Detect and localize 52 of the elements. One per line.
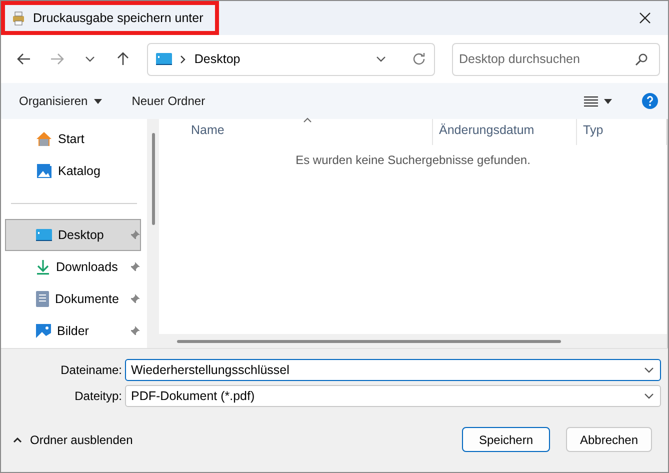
caret-icon: [604, 98, 612, 104]
desktop-icon: [156, 52, 172, 66]
pin-icon: [130, 326, 140, 336]
field-label: Dateiname:: [60, 363, 123, 377]
organize-menu-button[interactable]: Organisieren: [11, 90, 110, 112]
document-icon: [36, 291, 49, 307]
house-icon: [36, 131, 52, 147]
search-field[interactable]: Desktop durchsuchen: [452, 42, 660, 76]
caret-icon: [94, 98, 102, 104]
empty-message: Es wurden keine Suchergebnisse gefunden.: [296, 153, 530, 167]
arrow-right-icon: [50, 53, 64, 65]
file-type-dropdown[interactable]: PDF-Dokument (*.pdf): [125, 385, 661, 407]
arrow-up-icon: [116, 52, 129, 66]
desktop-icon: [36, 228, 52, 242]
column-header[interactable]: Änderungsdatum: [433, 119, 577, 145]
window-title: Druckausgabe speichern unter: [33, 11, 204, 25]
hide-folders-button[interactable]: Ordner ausblenden: [13, 432, 133, 446]
new-folder-button[interactable]: Neuer Ordner: [124, 90, 214, 112]
gallery-icon: [36, 163, 52, 179]
arrow-left-icon: [16, 53, 31, 65]
picture-icon: [36, 324, 51, 338]
pin-icon: [130, 294, 140, 304]
column-header[interactable]: Name: [159, 119, 433, 145]
close-icon: [639, 12, 651, 24]
sidebar-item[interactable]: Desktop: [5, 219, 141, 251]
address-bar[interactable]: Desktop: [147, 42, 436, 76]
sidebar-item[interactable]: Katalog: [5, 155, 141, 187]
dropdown-caret-icon: [376, 56, 386, 62]
sidebar-item[interactable]: Dokumente: [5, 283, 141, 315]
list-view-icon: [584, 96, 598, 106]
chevron-up-icon: [13, 436, 22, 442]
pin-icon: [130, 230, 140, 240]
file-name-field[interactable]: Wiederherstellungsschlüssel: [125, 359, 661, 381]
sidebar-item[interactable]: Bilder: [5, 315, 141, 347]
download-icon: [36, 259, 50, 275]
field-label: Dateityp:: [74, 389, 123, 403]
dropdown-caret-icon: [644, 393, 654, 399]
search-icon: [635, 52, 648, 66]
help-icon[interactable]: [642, 93, 658, 109]
chevron-down-icon: [84, 56, 95, 62]
cancel-button[interactable]: Abbrechen: [566, 427, 652, 452]
save-button[interactable]: Speichern: [462, 427, 550, 452]
horizontal-scrollbar[interactable]: [159, 334, 667, 348]
pin-icon: [130, 262, 140, 272]
sidebar-item[interactable]: Start: [5, 123, 141, 155]
vertical-scrollbar[interactable]: [147, 119, 159, 348]
printer-icon: [11, 10, 27, 26]
dropdown-caret-icon: [644, 367, 654, 373]
column-header[interactable]: Typ: [577, 119, 667, 145]
chevron-icon: [180, 54, 186, 64]
sidebar-item[interactable]: Downloads: [5, 251, 141, 283]
refresh-icon[interactable]: [412, 52, 426, 66]
